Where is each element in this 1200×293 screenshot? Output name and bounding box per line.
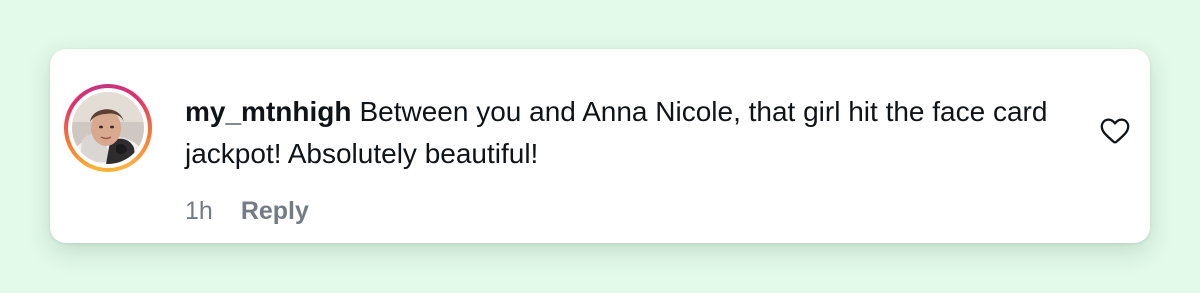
comment-meta: 1h Reply [185, 194, 309, 228]
comment-card: my_mtnhigh Between you and Anna Nicole, t… [50, 49, 1150, 243]
reply-button[interactable]: Reply [241, 194, 309, 228]
comment-username[interactable]: my_mtnhigh [185, 96, 351, 127]
comment-body: my_mtnhigh Between you and Anna Nicole, t… [185, 91, 1085, 175]
avatar-ring-gap [68, 88, 148, 168]
comment-timestamp[interactable]: 1h [185, 194, 213, 228]
heart-outline-icon [1100, 118, 1130, 144]
like-button[interactable] [1099, 115, 1131, 147]
avatar-photo-icon [72, 92, 144, 164]
avatar-story-ring[interactable] [64, 84, 152, 172]
avatar[interactable] [72, 92, 144, 164]
